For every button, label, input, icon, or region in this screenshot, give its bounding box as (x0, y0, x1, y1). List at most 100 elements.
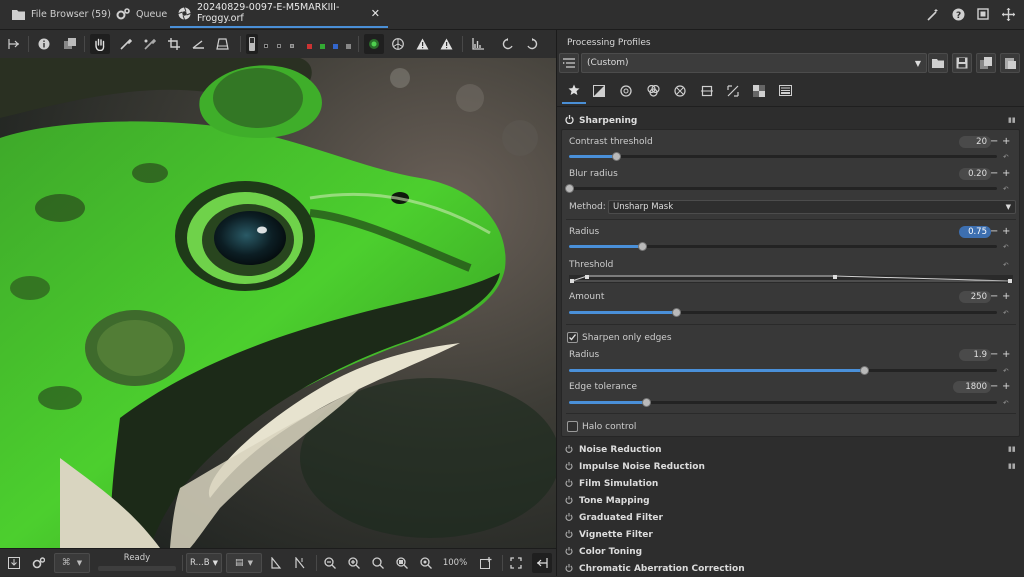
power-icon[interactable] (565, 461, 573, 473)
rotate-left-icon[interactable] (498, 34, 518, 54)
increment-icon[interactable]: + (1002, 169, 1010, 179)
color-picker-icon[interactable] (116, 34, 136, 54)
hide-left-panel-icon[interactable] (4, 34, 24, 54)
tool-section-header[interactable]: Noise Reduction (565, 442, 662, 458)
power-icon[interactable] (565, 546, 573, 558)
paste-profile-icon[interactable] (1000, 53, 1020, 73)
slider-handle[interactable] (860, 365, 869, 375)
reset-icon[interactable]: ↶ (1003, 309, 1011, 317)
contrast-threshold-slider[interactable] (569, 151, 997, 161)
radius-value[interactable]: 0.75 (959, 226, 991, 238)
info-icon[interactable] (34, 34, 54, 54)
highlight-warning-icon[interactable] (436, 34, 456, 54)
exposure-tab[interactable] (587, 80, 611, 104)
tool-section-header[interactable]: Film Simulation (565, 476, 658, 492)
amount-value[interactable]: 250 (959, 291, 991, 303)
power-icon[interactable] (565, 563, 573, 575)
method-dropdown[interactable]: Unsharp Mask ▼ (608, 200, 1016, 214)
blur-radius-value[interactable]: 0.20 (959, 168, 991, 180)
perspective-icon[interactable] (212, 34, 232, 54)
decrement-icon[interactable]: − (990, 382, 998, 392)
tool-section-header[interactable]: Color Toning (565, 544, 642, 560)
reset-icon[interactable]: ↶ (1003, 153, 1011, 161)
sharpening-header[interactable]: Sharpening (565, 113, 637, 129)
increment-icon[interactable]: + (1002, 227, 1010, 237)
help-icon[interactable]: ? (950, 6, 966, 22)
tool-section-header[interactable]: Graduated Filter (565, 510, 663, 526)
tool-section-header[interactable]: Impulse Noise Reduction (565, 459, 705, 475)
sharpen-only-edges-checkbox[interactable] (567, 332, 578, 343)
warning-icon[interactable] (412, 34, 432, 54)
reset-icon[interactable]: ↶ (1003, 185, 1011, 193)
increment-icon[interactable]: + (1002, 137, 1010, 147)
wand-icon[interactable] (924, 6, 940, 22)
rotate-right-icon[interactable] (522, 34, 542, 54)
profile-combo[interactable]: (Custom) ▼ (581, 53, 927, 73)
tool-section-header[interactable]: Chromatic Aberration Correction (565, 561, 745, 577)
copy-profile-icon[interactable] (976, 53, 996, 73)
slider-handle[interactable] (642, 397, 651, 407)
fullscreen-preview-icon[interactable] (508, 553, 524, 573)
detail-tab[interactable] (614, 80, 638, 104)
preview-luminance-channel[interactable] (346, 44, 351, 49)
power-icon[interactable] (565, 512, 573, 524)
decrement-icon[interactable]: − (990, 292, 998, 302)
reset-icon[interactable]: ↶ (1003, 367, 1011, 375)
focus-mask-icon[interactable] (364, 34, 384, 54)
close-icon[interactable]: ✕ (371, 7, 380, 20)
external-editor-button[interactable]: ⌘ ▼ (54, 553, 90, 573)
increment-icon[interactable]: + (1002, 350, 1010, 360)
shadow-clipping-icon[interactable] (388, 34, 408, 54)
open-profile-icon[interactable] (928, 53, 948, 73)
decrement-icon[interactable]: − (990, 169, 998, 179)
power-icon[interactable] (565, 444, 573, 456)
radius-slider[interactable] (569, 241, 997, 251)
slider-handle[interactable] (672, 307, 681, 317)
background-color-selector[interactable]: ▤ ▼ (226, 553, 262, 573)
histogram-icon[interactable] (468, 34, 488, 54)
color-tab[interactable] (641, 80, 665, 104)
blur-radius-slider[interactable] (565, 183, 997, 193)
tab-queue[interactable]: Queue (116, 0, 167, 28)
favorites-tab[interactable] (562, 80, 586, 104)
raw-tab[interactable] (721, 80, 745, 104)
preview-black-dot[interactable] (264, 44, 268, 48)
edge-tolerance-value[interactable]: 1800 (953, 381, 991, 393)
power-icon[interactable] (565, 478, 573, 490)
decrement-icon[interactable]: − (990, 227, 998, 237)
zoom-fit-crop-icon[interactable] (394, 553, 410, 573)
halo-control-checkbox[interactable] (567, 421, 578, 432)
white-balance-picker-icon[interactable] (140, 34, 160, 54)
channel-selector[interactable]: R...B ▼ (186, 553, 222, 573)
preview-modes-icon[interactable] (246, 34, 258, 54)
slider-handle[interactable] (565, 183, 574, 193)
preview-white-dot[interactable] (290, 44, 294, 48)
power-icon[interactable] (565, 115, 574, 127)
before-after-icon[interactable] (60, 34, 80, 54)
preview-gray-dot[interactable] (277, 44, 281, 48)
decrement-icon[interactable]: − (990, 350, 998, 360)
image-preview[interactable] (0, 58, 556, 548)
fullscreen-icon[interactable] (975, 6, 991, 22)
zoom-in-icon[interactable] (346, 553, 362, 573)
reset-icon[interactable]: ↶ (1003, 399, 1011, 407)
tool-section-header[interactable]: Tone Mapping (565, 493, 650, 509)
amount-slider[interactable] (569, 307, 997, 317)
pin-icon[interactable]: ▮▮ (1008, 445, 1016, 455)
toggle-right-panel-icon[interactable] (532, 553, 552, 573)
save-profile-icon[interactable] (952, 53, 972, 73)
straighten-icon[interactable] (188, 34, 208, 54)
advanced-tab[interactable] (668, 80, 692, 104)
increment-icon[interactable]: + (1002, 382, 1010, 392)
zoom-100-icon[interactable] (418, 553, 434, 573)
navigator-left-icon[interactable] (268, 553, 284, 573)
pin-icon[interactable]: ▮▮ (1008, 462, 1016, 472)
decrement-icon[interactable]: − (990, 137, 998, 147)
locallab-tab[interactable] (747, 80, 771, 104)
tool-section-header[interactable]: Vignette Filter (565, 527, 653, 543)
move-icon[interactable] (1000, 6, 1016, 22)
preview-red-channel[interactable] (307, 44, 312, 49)
contrast-threshold-value[interactable]: 20 (959, 136, 991, 148)
power-icon[interactable] (565, 529, 573, 541)
pin-icon[interactable]: ▮▮ (1008, 116, 1016, 126)
